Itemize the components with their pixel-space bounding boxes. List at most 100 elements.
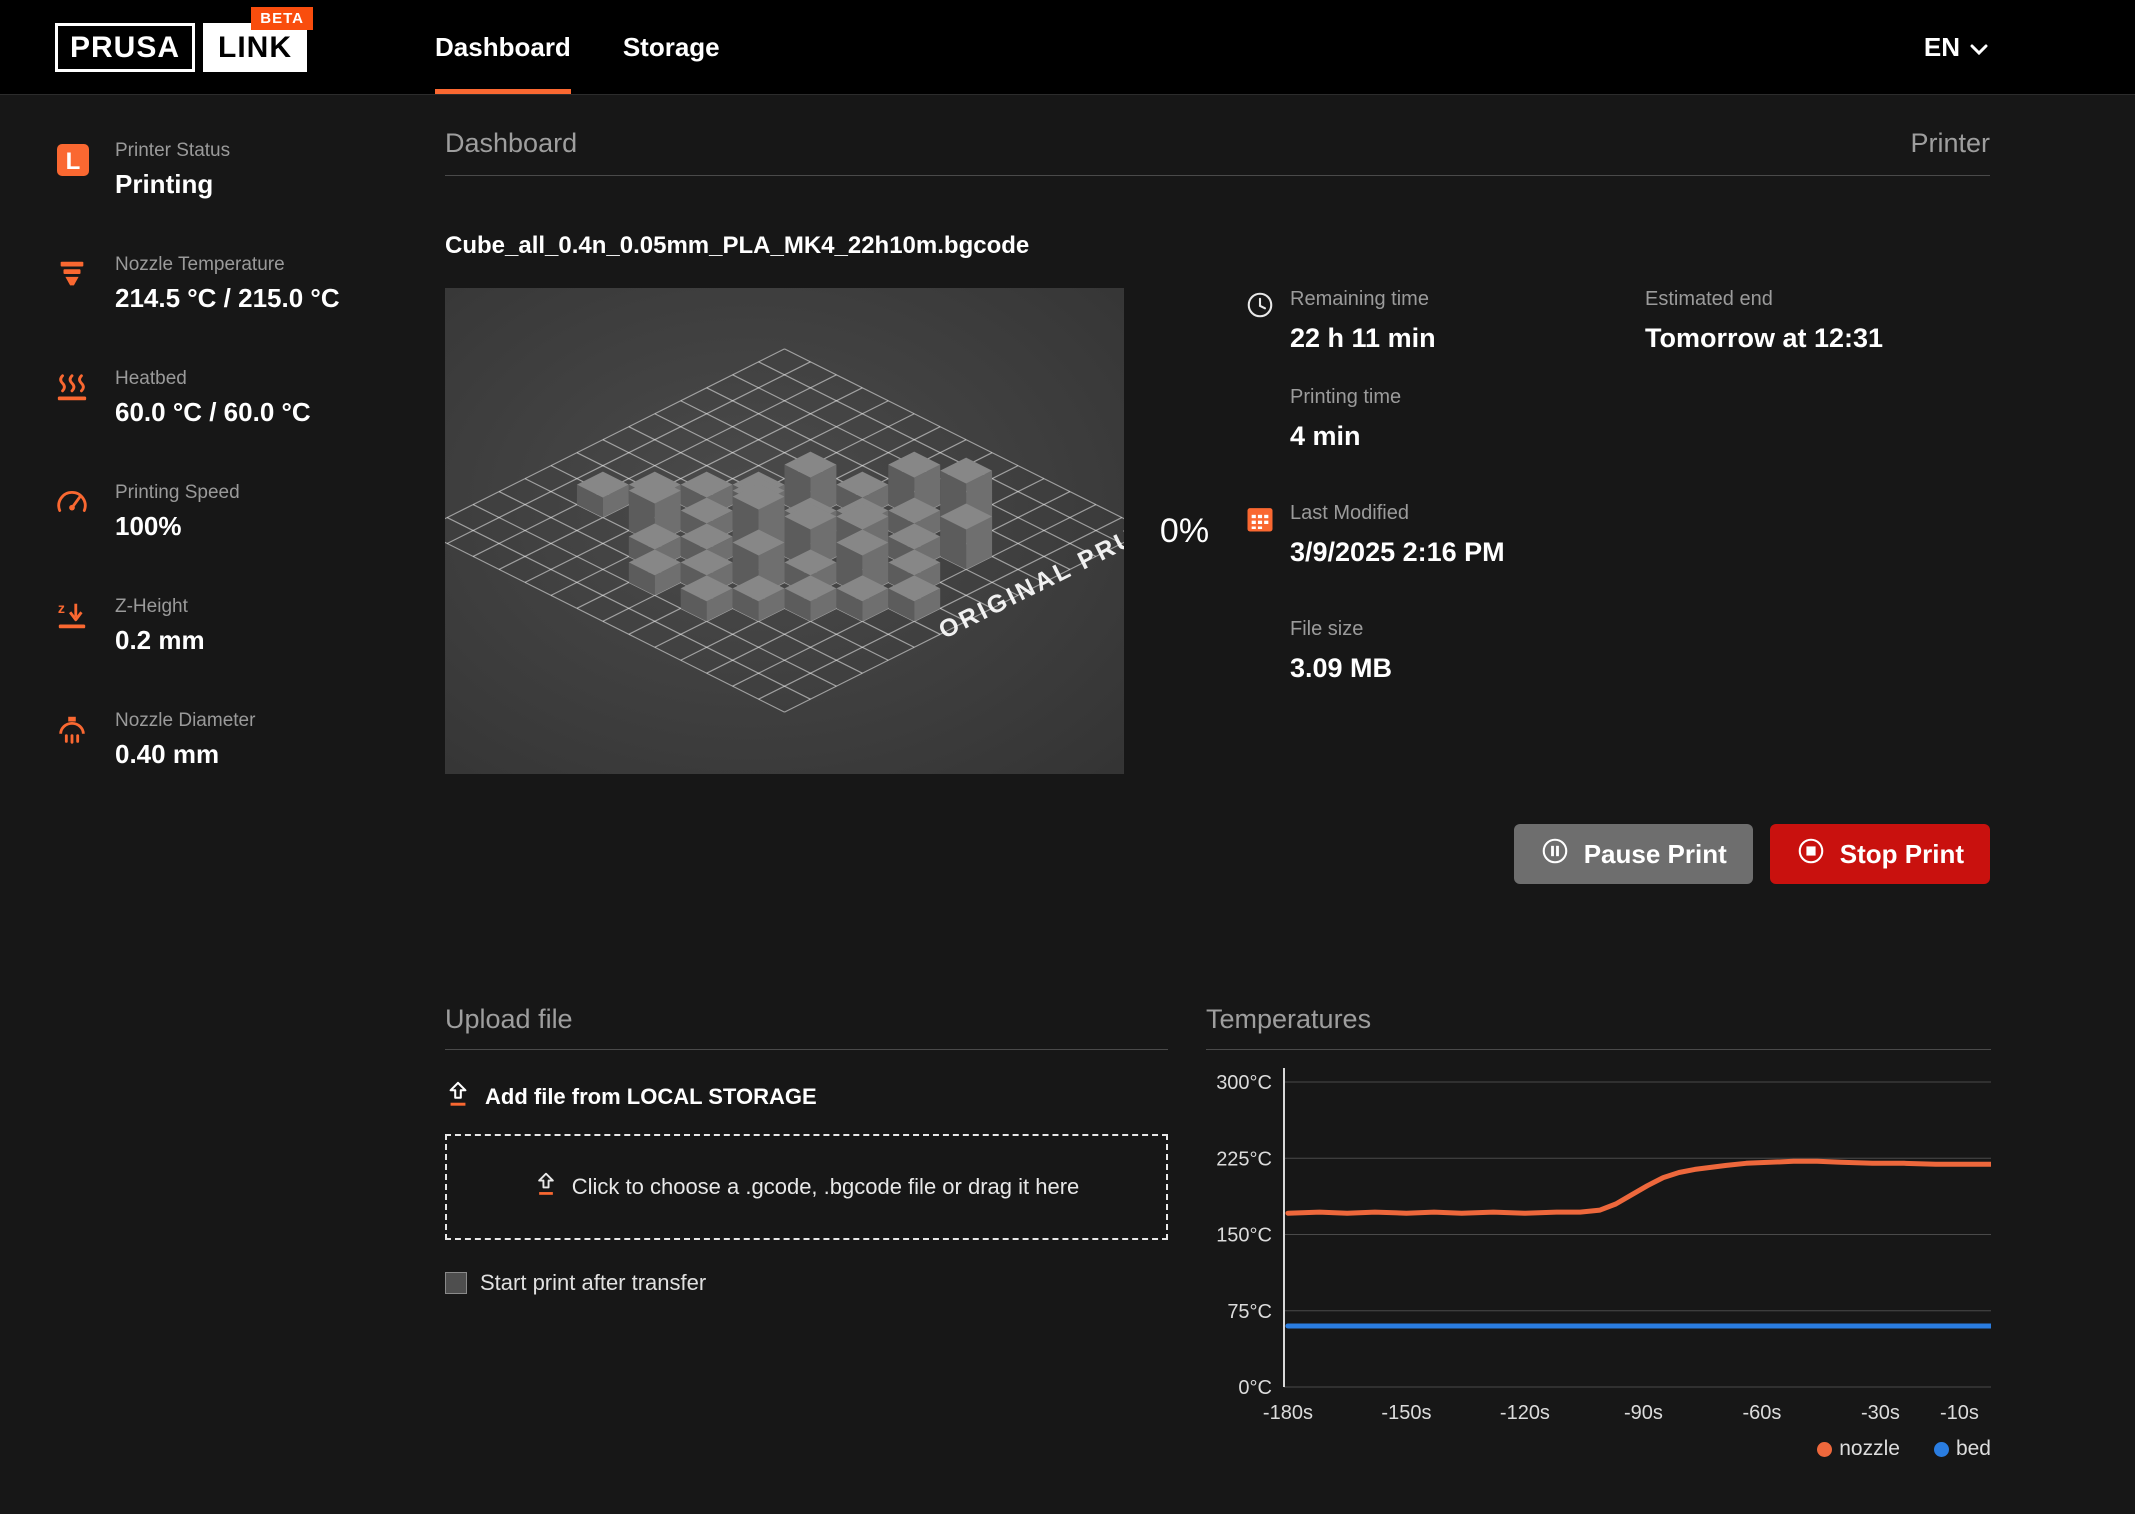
tab-dashboard[interactable]: Dashboard: [435, 0, 571, 94]
upload-section-title: Upload file: [445, 1004, 1168, 1050]
svg-text:300°C: 300°C: [1216, 1072, 1272, 1094]
nozzle-diameter-icon: [55, 710, 93, 770]
svg-text:75°C: 75°C: [1227, 1301, 1272, 1323]
stat-value: 214.5 °C / 215.0 °C: [115, 283, 340, 313]
printing-time-row: Printing time 4 min: [1245, 386, 1645, 452]
print-job-filename: Cube_all_0.4n_0.05mm_PLA_MK4_22h10m.bgco…: [445, 232, 1030, 259]
remaining-time-label: Remaining time: [1290, 288, 1429, 310]
language-selector[interactable]: EN: [1924, 32, 1988, 63]
printer-stats-sidebar: L Printer Status Printing Nozzle Tempera…: [55, 140, 425, 770]
nozzle-temperature-icon: [55, 254, 93, 314]
nozzle-legend-dot: [1817, 1441, 1833, 1457]
remaining-time-value: 22 h 11 min: [1290, 323, 1436, 353]
file-size-value: 3.09 MB: [1290, 653, 1393, 683]
chevron-down-icon: [1970, 32, 1988, 63]
page-title: Dashboard: [445, 128, 578, 158]
start-after-transfer-label: Start print after transfer: [480, 1270, 707, 1295]
heatbed-icon: [55, 368, 93, 428]
logo-prusa: PRUSA: [55, 22, 196, 72]
svg-text:-30s: -30s: [1861, 1402, 1900, 1424]
last-modified-value: 3/9/2025 2:16 PM: [1290, 537, 1505, 567]
language-label: EN: [1923, 31, 1960, 62]
nav-tabs: Dashboard Storage: [435, 0, 772, 94]
svg-text:0°C: 0°C: [1238, 1377, 1272, 1399]
temperature-chart-wrap: 0°C 75°C 150°C 225°C 300°C -180s -150s -120s -90…: [1206, 1052, 1994, 1435]
estimated-end-label: Estimated end: [1645, 288, 1773, 310]
stat-label: Nozzle Temperature: [115, 254, 285, 275]
stat-nozzle-diameter: Nozzle Diameter 0.40 mm: [55, 710, 425, 770]
remaining-time-row: Remaining time 22 h 11 min: [1245, 288, 1645, 354]
bed-legend-dot: [1933, 1441, 1949, 1457]
printing-speed-icon: [55, 482, 93, 542]
stat-nozzle-temperature: Nozzle Temperature 214.5 °C / 215.0 °C: [55, 254, 425, 314]
svg-text:-150s: -150s: [1381, 1402, 1431, 1424]
print-progress: 0%: [1159, 511, 1210, 550]
stat-printing-speed: Printing Speed 100%: [55, 482, 425, 542]
legend-bed: bed: [1933, 1437, 1991, 1461]
stat-label: Printing Speed: [115, 482, 240, 503]
svg-text:150°C: 150°C: [1216, 1225, 1272, 1247]
stat-value: 0.2 mm: [115, 625, 205, 655]
stat-label: Z-Height: [115, 596, 188, 617]
stat-label: Printer Status: [115, 140, 231, 161]
pause-icon: [1540, 836, 1570, 873]
last-modified-row: Last Modified 3/9/2025 2:16 PM: [1245, 502, 1645, 568]
stat-z-height: z Z-Height 0.2 mm: [55, 596, 425, 656]
stat-value: 0.40 mm: [115, 739, 220, 769]
main-content: Dashboard Printer Cube_all_0.4n_0.05mm_P…: [445, 95, 1994, 1461]
print-preview-image: ORIGINAL PRUS: [445, 288, 1124, 774]
legend-nozzle: nozzle: [1817, 1437, 1900, 1461]
temperatures-section: Temperatures 0°C 75°C 150°C 225°C 300°C -180s…: [1206, 1004, 1994, 1461]
svg-text:L: L: [66, 148, 81, 175]
beta-badge: BETA: [251, 6, 314, 30]
printer-status-icon: L: [55, 140, 93, 200]
start-after-transfer-checkbox[interactable]: [445, 1272, 467, 1294]
chart-legend: nozzle bed: [1206, 1437, 1991, 1461]
print-preview-canvas: ORIGINAL PRUS: [445, 288, 1124, 774]
upload-icon: [534, 1171, 558, 1203]
stat-label: Nozzle Diameter: [115, 710, 256, 731]
last-modified-label: Last Modified: [1290, 502, 1409, 524]
stat-value: Printing: [115, 169, 214, 199]
printing-time-label: Printing time: [1290, 386, 1402, 408]
svg-text:-10s: -10s: [1940, 1402, 1979, 1424]
pause-print-button[interactable]: Pause Print: [1513, 824, 1753, 884]
calendar-icon: [1245, 502, 1275, 568]
svg-text:225°C: 225°C: [1216, 1148, 1272, 1170]
upload-file-section: Upload file Add file from LOCAL STORAGE …: [445, 1004, 1168, 1461]
stop-print-button[interactable]: Stop Print: [1769, 824, 1990, 884]
page-head: Dashboard Printer: [445, 128, 1990, 176]
file-size-label: File size: [1290, 618, 1364, 640]
z-height-icon: z: [55, 596, 93, 656]
stat-heatbed: Heatbed 60.0 °C / 60.0 °C: [55, 368, 425, 428]
stat-label: Heatbed: [115, 368, 187, 389]
start-after-transfer-row: Start print after transfer: [445, 1270, 1168, 1296]
stat-printer-status: L Printer Status Printing: [55, 140, 425, 200]
job-actions: Pause Print Stop Print: [445, 824, 1990, 884]
page-context: Printer: [1910, 128, 1990, 158]
print-job-panel: ORIGINAL PRUS 0% Remaining time 22 h 11 …: [445, 288, 1990, 774]
prusalink-logo[interactable]: PRUSA LINK BETA: [55, 6, 314, 72]
top-nav: PRUSA LINK BETA Dashboard Storage EN: [0, 0, 2135, 95]
stat-value: 100%: [115, 511, 182, 541]
estimated-end-row: Estimated end Tomorrow at 12:31: [1645, 288, 1883, 354]
add-file-local-storage[interactable]: Add file from LOCAL STORAGE: [445, 1080, 1168, 1114]
logo-link: LINK: [203, 22, 308, 72]
printing-time-value: 4 min: [1290, 421, 1361, 451]
svg-text:-120s: -120s: [1500, 1402, 1550, 1424]
svg-text:-60s: -60s: [1742, 1402, 1781, 1424]
estimated-end-value: Tomorrow at 12:31: [1645, 323, 1884, 353]
stop-icon: [1796, 836, 1826, 873]
temperature-chart: 0°C 75°C 150°C 225°C 300°C -180s -150s -120s -90…: [1216, 1068, 1994, 1424]
job-info: Remaining time 22 h 11 min Printing time…: [1245, 288, 1990, 774]
stat-value: 60.0 °C / 60.0 °C: [115, 397, 311, 427]
upload-icon: [445, 1080, 471, 1114]
tab-storage[interactable]: Storage: [623, 0, 720, 94]
svg-text:z: z: [58, 601, 65, 617]
temperatures-title: Temperatures: [1206, 1004, 1991, 1050]
file-dropzone[interactable]: Click to choose a .gcode, .bgcode file o…: [445, 1134, 1168, 1240]
svg-text:-90s: -90s: [1624, 1402, 1663, 1424]
clock-icon: [1245, 288, 1275, 354]
svg-text:-180s: -180s: [1263, 1402, 1313, 1424]
file-size-row: File size 3.09 MB: [1245, 618, 1645, 684]
